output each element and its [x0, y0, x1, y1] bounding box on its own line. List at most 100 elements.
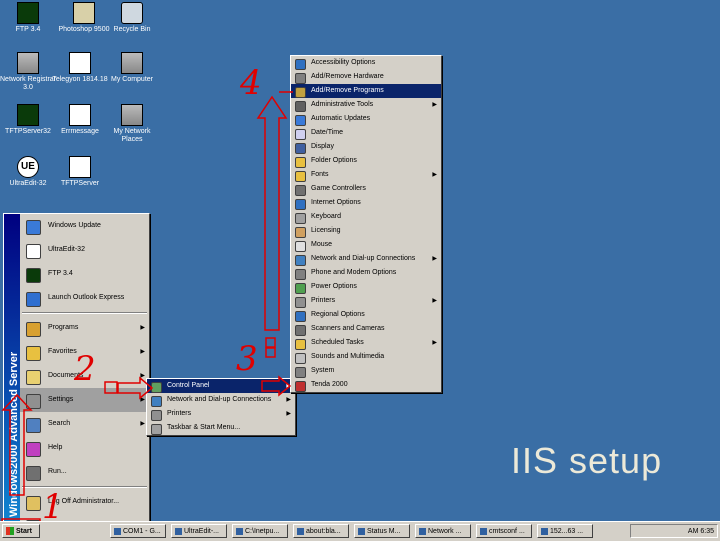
system-icon — [295, 367, 306, 378]
terminal-icon — [17, 2, 39, 24]
menu-item-label: Search — [48, 420, 71, 427]
network-connections-icon — [295, 255, 306, 266]
cp-item-network-and-dial-up-connections[interactable]: Network and Dial-up Connections ▶ — [291, 252, 441, 266]
cp-item-automatic-updates[interactable]: Automatic Updates — [291, 112, 441, 126]
cp-item-system[interactable]: System — [291, 364, 441, 378]
start-item-windows-update[interactable]: Windows Update — [20, 214, 149, 238]
menu-item-label: Keyboard — [311, 213, 341, 220]
taskbar-window-button[interactable]: cmtsconf ... — [476, 524, 532, 538]
cp-item-sounds-and-multimedia[interactable]: Sounds and Multimedia — [291, 350, 441, 364]
taskbar-window-button[interactable]: Status M... — [354, 524, 410, 538]
desktop-icon[interactable]: Errmessage — [52, 104, 108, 136]
cp-item-display[interactable]: Display — [291, 140, 441, 154]
annotation-number-4: 4 — [240, 63, 262, 103]
cp-item-licensing[interactable]: Licensing — [291, 224, 441, 238]
start-item-help[interactable]: Help — [20, 436, 149, 460]
network-icon — [121, 104, 143, 126]
cp-item-add-remove-programs[interactable]: Add/Remove Programs — [291, 84, 441, 98]
menu-item-label: Display — [311, 143, 334, 150]
taskbar-window-button[interactable]: about:bla... — [293, 524, 349, 538]
submenu-arrow-icon: ▶ — [140, 373, 145, 379]
cp-item-game-controllers[interactable]: Game Controllers — [291, 182, 441, 196]
cp-item-phone-and-modem-options[interactable]: Phone and Modem Options — [291, 266, 441, 280]
menu-item-label: Printers — [167, 410, 192, 417]
start-button[interactable]: Start — [2, 524, 40, 538]
menu-item-label: Game Controllers — [311, 185, 366, 192]
settings-item-printers[interactable]: Printers ▶ — [147, 407, 295, 421]
menu-item-label: Launch Outlook Express — [48, 294, 125, 301]
window-icon — [419, 527, 426, 535]
taskbar-button-label: COM1 - G... — [123, 528, 161, 535]
desktop-icon-label: Recycle Bin — [113, 26, 151, 33]
taskbar-window-button[interactable]: COM1 - G... — [110, 524, 166, 538]
sounds-icon — [295, 353, 306, 364]
cp-item-scanners-and-cameras[interactable]: Scanners and Cameras — [291, 322, 441, 336]
control-panel-icon — [151, 382, 162, 393]
settings-item-network-and-dial-up-connections[interactable]: Network and Dial-up Connections ▶ — [147, 393, 295, 407]
ultraedit-icon — [26, 244, 41, 259]
taskbar-icon — [151, 424, 162, 435]
phone-modem-icon — [295, 269, 306, 280]
desktop-icon[interactable]: Recycle Bin — [104, 2, 160, 34]
start-item-log-off-administrator[interactable]: Log Off Administrator... — [20, 490, 149, 514]
start-item-launch-outlook-express[interactable]: Launch Outlook Express — [20, 286, 149, 310]
desktop-icon-label: UltraEdit-32 — [9, 180, 47, 187]
start-item-search[interactable]: Search ▶ — [20, 412, 149, 436]
tftp-icon — [17, 104, 39, 126]
favorites-icon — [26, 346, 41, 361]
desktop-icon[interactable]: My Network Places — [104, 104, 160, 144]
desktop-icon[interactable]: UE UltraEdit-32 — [0, 156, 56, 188]
cp-item-internet-options[interactable]: Internet Options — [291, 196, 441, 210]
window-icon — [358, 527, 365, 535]
printers-icon — [151, 410, 162, 421]
window-icon — [114, 527, 121, 535]
terminal-icon — [26, 268, 41, 283]
submenu-arrow-icon: ▶ — [432, 298, 437, 304]
run-icon — [26, 466, 41, 481]
start-item-programs[interactable]: Programs ▶ — [20, 316, 149, 340]
settings-item-taskbar-start-menu[interactable]: Taskbar & Start Menu... — [147, 421, 295, 435]
desktop-icon[interactable]: Network Registrar 3.0 — [0, 52, 56, 92]
menu-item-label: Sounds and Multimedia — [311, 353, 385, 360]
cp-item-accessibility-options[interactable]: Accessibility Options — [291, 56, 441, 70]
desktop-icon[interactable]: My Computer — [104, 52, 160, 84]
cp-item-printers[interactable]: Printers ▶ — [291, 294, 441, 308]
submenu-arrow-icon: ▶ — [286, 397, 291, 403]
menu-item-label: Help — [48, 444, 63, 451]
clock[interactable]: AM 6:35 — [688, 528, 714, 535]
desktop-icon[interactable]: TFTPServer — [52, 156, 108, 188]
menu-item-label: System — [311, 367, 335, 374]
menu-item-label: Fonts — [311, 171, 329, 178]
taskbar-window-button[interactable]: 152...63 ... — [537, 524, 593, 538]
menu-item-label: Administrative Tools — [311, 101, 374, 108]
desktop-icon[interactable]: FTP 3.4 — [0, 2, 56, 34]
start-item-run[interactable]: Run... — [20, 460, 149, 484]
desktop-icon[interactable]: Telegyon 1814.18 — [52, 52, 108, 84]
cp-item-administrative-tools[interactable]: Administrative Tools ▶ — [291, 98, 441, 112]
start-item-ftp-3-4[interactable]: FTP 3.4 — [20, 262, 149, 286]
cp-item-fonts[interactable]: Fonts ▶ — [291, 168, 441, 182]
cp-item-keyboard[interactable]: Keyboard — [291, 210, 441, 224]
taskbar-button-label: 152...63 ... — [550, 528, 584, 535]
taskbar-window-button[interactable]: Network ... — [415, 524, 471, 538]
recycle-bin-icon — [121, 2, 143, 24]
taskbar-window-button[interactable]: C:\Inetpu... — [232, 524, 288, 538]
cp-item-folder-options[interactable]: Folder Options — [291, 154, 441, 168]
annotation-number-3: 3 — [236, 339, 258, 379]
cp-item-scheduled-tasks[interactable]: Scheduled Tasks ▶ — [291, 336, 441, 350]
settings-item-control-panel[interactable]: Control Panel ▶ — [147, 379, 295, 393]
display-icon — [295, 143, 306, 154]
cp-item-regional-options[interactable]: Regional Options — [291, 308, 441, 322]
network-connections-icon — [151, 396, 162, 407]
cp-item-add-remove-hardware[interactable]: Add/Remove Hardware — [291, 70, 441, 84]
start-item-ultraedit-32[interactable]: UltraEdit-32 — [20, 238, 149, 262]
cp-item-tenda-2000[interactable]: Tenda 2000 — [291, 378, 441, 392]
cp-item-mouse[interactable]: Mouse — [291, 238, 441, 252]
taskbar-window-button[interactable]: UltraEdit-... — [171, 524, 227, 538]
cp-item-date-time[interactable]: Date/Time — [291, 126, 441, 140]
submenu-arrow-icon: ▶ — [432, 172, 437, 178]
cp-item-power-options[interactable]: Power Options — [291, 280, 441, 294]
desktop-icon[interactable]: TFTPServer32 — [0, 104, 56, 136]
annotation-arrow-4 — [256, 91, 293, 331]
start-item-settings[interactable]: Settings ▶ — [20, 388, 149, 412]
